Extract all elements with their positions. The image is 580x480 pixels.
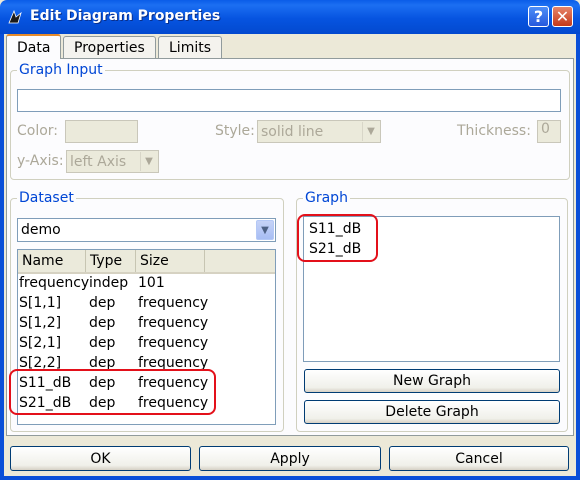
tab-limits[interactable]: Limits	[158, 36, 222, 58]
row-size: frequency	[138, 315, 209, 331]
row-size: 101	[138, 275, 165, 291]
row-type: dep	[89, 395, 116, 411]
column-header-size[interactable]: Size	[136, 250, 205, 272]
delete-graph-button[interactable]: Delete Graph	[304, 400, 560, 424]
ok-button[interactable]: OK	[10, 446, 191, 471]
row-type: dep	[89, 355, 116, 371]
row-type: dep	[89, 315, 116, 331]
title-bar: Edit Diagram Properties ? ✕	[0, 0, 580, 34]
help-button[interactable]: ?	[528, 6, 549, 27]
row-name: S[2,2]	[19, 355, 62, 371]
graph-list[interactable]: S11_dB S21_dB	[303, 216, 560, 362]
chevron-down-icon: ▼	[256, 220, 274, 240]
style-select[interactable]: solid line ▼	[257, 120, 381, 143]
row-size: frequency	[138, 375, 209, 391]
window-frame-right	[576, 34, 580, 480]
chevron-down-icon: ▼	[362, 122, 379, 141]
row-type: dep	[89, 295, 116, 311]
graph-title: Graph	[303, 190, 350, 206]
yaxis-label: y-Axis:	[17, 153, 64, 169]
thickness-label: Thickness:	[457, 123, 531, 139]
list-item[interactable]: S11_dB	[309, 221, 361, 237]
graph-input-title: Graph Input	[17, 62, 105, 78]
row-type: indep	[89, 275, 129, 291]
row-name: S11_dB	[19, 375, 72, 391]
color-label: Color:	[17, 123, 59, 139]
cancel-button[interactable]: Cancel	[389, 446, 569, 471]
window-frame-bottom	[0, 476, 580, 480]
dataset-title: Dataset	[17, 190, 76, 206]
column-header-name[interactable]: Name	[18, 250, 86, 272]
row-name: frequency	[19, 275, 90, 291]
column-header-type[interactable]: Type	[86, 250, 136, 272]
tab-properties[interactable]: Properties	[63, 36, 156, 58]
row-size: frequency	[138, 295, 209, 311]
dataset-select[interactable]: demo ▼	[17, 218, 276, 242]
apply-button[interactable]: Apply	[199, 446, 381, 471]
yaxis-value: left Axis	[70, 153, 127, 170]
window-frame-left	[0, 34, 4, 480]
app-icon	[8, 9, 22, 24]
row-size: frequency	[138, 335, 209, 351]
close-button[interactable]: ✕	[552, 6, 573, 27]
list-header: Name Type Size	[18, 250, 275, 274]
color-picker[interactable]	[65, 120, 138, 143]
graph-input-field[interactable]	[17, 89, 561, 112]
row-type: dep	[89, 375, 116, 391]
chevron-down-icon: ▼	[140, 152, 157, 171]
row-name: S[1,1]	[19, 295, 62, 311]
row-name: S[2,1]	[19, 335, 62, 351]
dataset-value: demo	[21, 222, 61, 238]
new-graph-button[interactable]: New Graph	[304, 369, 560, 393]
row-name: S[1,2]	[19, 315, 62, 331]
thickness-field[interactable]: 0	[537, 120, 561, 143]
row-size: frequency	[138, 395, 209, 411]
window-title: Edit Diagram Properties	[30, 8, 221, 24]
style-label: Style:	[215, 123, 255, 139]
yaxis-select[interactable]: left Axis ▼	[66, 150, 159, 173]
row-name: S21_dB	[19, 395, 72, 411]
row-size: frequency	[138, 355, 209, 371]
tab-data[interactable]: Data	[6, 34, 62, 59]
dataset-list[interactable]: Name Type Size frequency indep 101 S[1,1…	[17, 249, 276, 425]
row-type: dep	[89, 335, 116, 351]
list-item[interactable]: S21_dB	[309, 241, 361, 257]
style-value: solid line	[261, 123, 324, 140]
